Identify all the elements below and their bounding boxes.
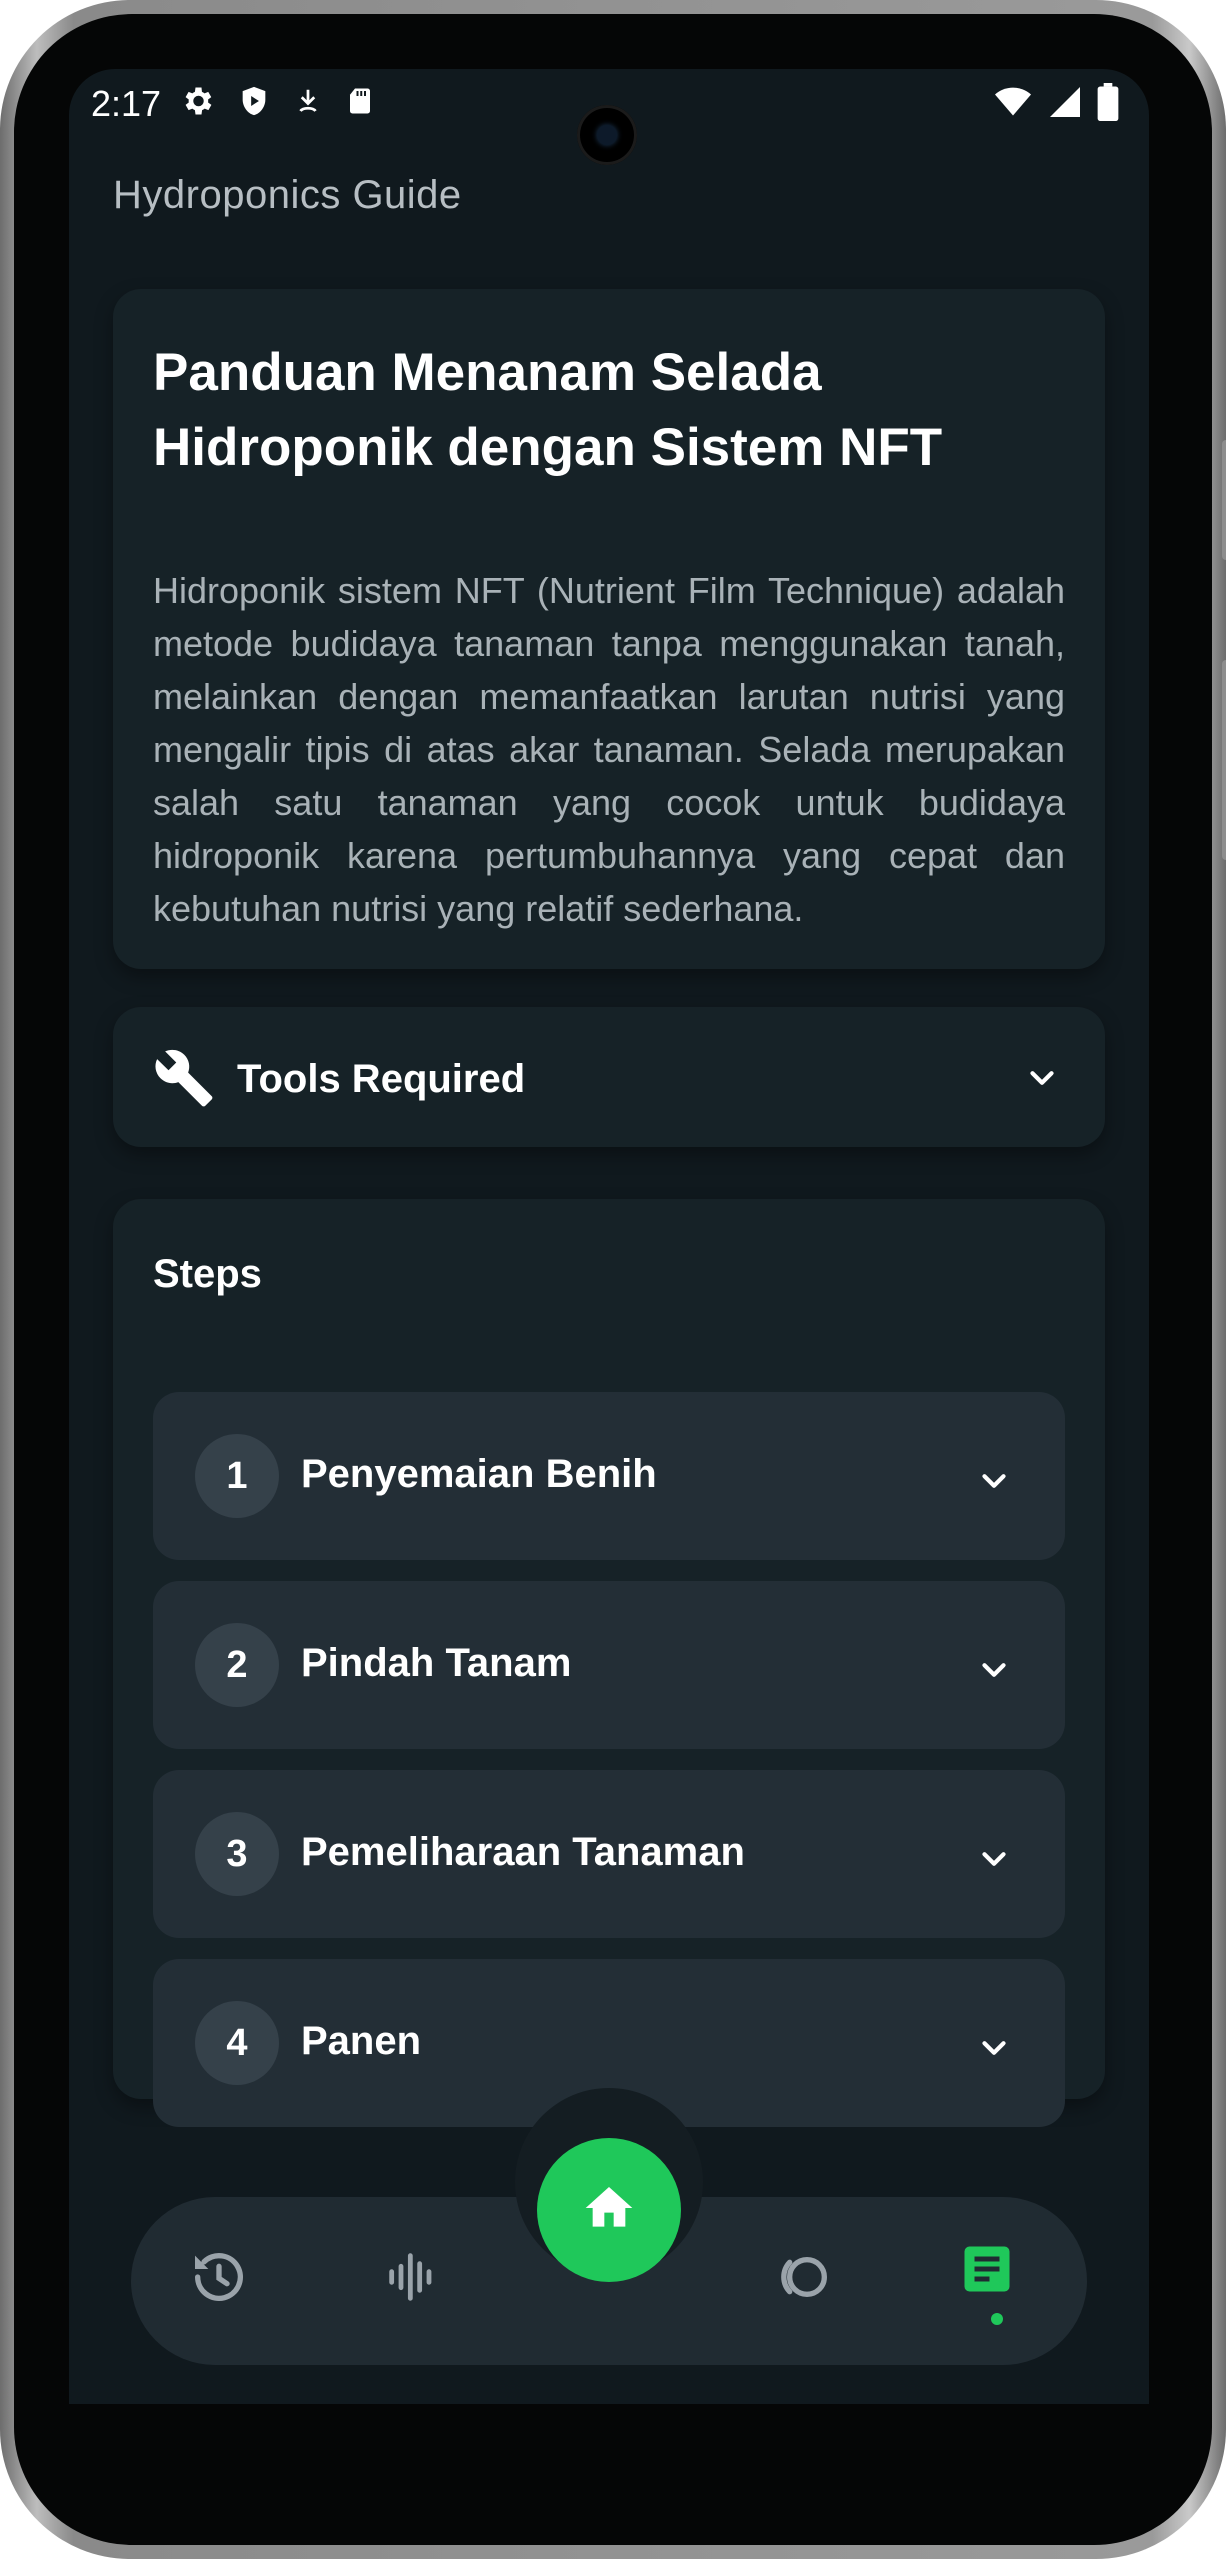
- step-number: 3: [195, 1812, 279, 1896]
- notes-icon[interactable]: [957, 2239, 1017, 2304]
- intro-card: Panduan Menanam Selada Hidroponik dengan…: [113, 289, 1105, 969]
- download-icon: [293, 83, 323, 124]
- tools-required-card[interactable]: Tools Required: [113, 1007, 1105, 1147]
- chevron-down-icon[interactable]: [975, 1651, 1013, 1694]
- tools-required-label: Tools Required: [237, 1057, 526, 1101]
- step-number: 2: [195, 1623, 279, 1707]
- step-item[interactable]: 1 Penyemaian Benih: [153, 1392, 1065, 1560]
- chevron-down-icon[interactable]: [975, 2029, 1013, 2072]
- chevron-down-icon[interactable]: [1023, 1059, 1061, 1102]
- volume-button: [1222, 440, 1226, 560]
- app-title: Hydroponics Guide: [113, 173, 462, 217]
- front-camera: [577, 105, 637, 165]
- wrench-icon: [153, 1047, 215, 1114]
- guide-title: Panduan Menanam Selada Hidroponik dengan…: [153, 343, 943, 477]
- shield-play-icon: [237, 83, 271, 124]
- chevron-down-icon[interactable]: [975, 1840, 1013, 1883]
- step-number: 1: [195, 1434, 279, 1518]
- step-title: Pindah Tanam: [301, 1641, 572, 1685]
- steps-heading: Steps: [153, 1252, 262, 1296]
- gear-icon: [179, 83, 215, 124]
- chevron-down-icon[interactable]: [975, 1462, 1013, 1505]
- step-number: 4: [195, 2001, 279, 2085]
- power-button: [1222, 660, 1226, 860]
- history-icon[interactable]: [187, 2245, 251, 2314]
- step-item[interactable]: 3 Pemeliharaan Tanaman: [153, 1770, 1065, 1938]
- screen: 2:17 Hydroponics Guide Panduan Menanam S…: [69, 69, 1149, 2404]
- step-title: Pemeliharaan Tanaman: [301, 1830, 745, 1874]
- sd-card-icon: [345, 83, 375, 124]
- signal-icon: [1047, 84, 1083, 125]
- step-title: Panen: [301, 2019, 422, 2063]
- step-title: Penyemaian Benih: [301, 1452, 657, 1496]
- waveform-icon[interactable]: [381, 2245, 445, 2314]
- home-icon: [581, 2180, 637, 2241]
- home-button[interactable]: [537, 2138, 681, 2282]
- guide-description: Hidroponik sistem NFT (Nutrient Film Tec…: [153, 570, 1065, 929]
- battery-icon: [1097, 83, 1119, 126]
- steps-card: Steps 1 Penyemaian Benih 2 Pindah Tanam …: [113, 1199, 1105, 2127]
- wifi-icon: [993, 84, 1033, 125]
- status-time: 2:17: [91, 83, 162, 124]
- active-indicator-dot: [991, 2313, 1003, 2325]
- step-item[interactable]: 2 Pindah Tanam: [153, 1581, 1065, 1749]
- cycle-icon[interactable]: [771, 2245, 835, 2314]
